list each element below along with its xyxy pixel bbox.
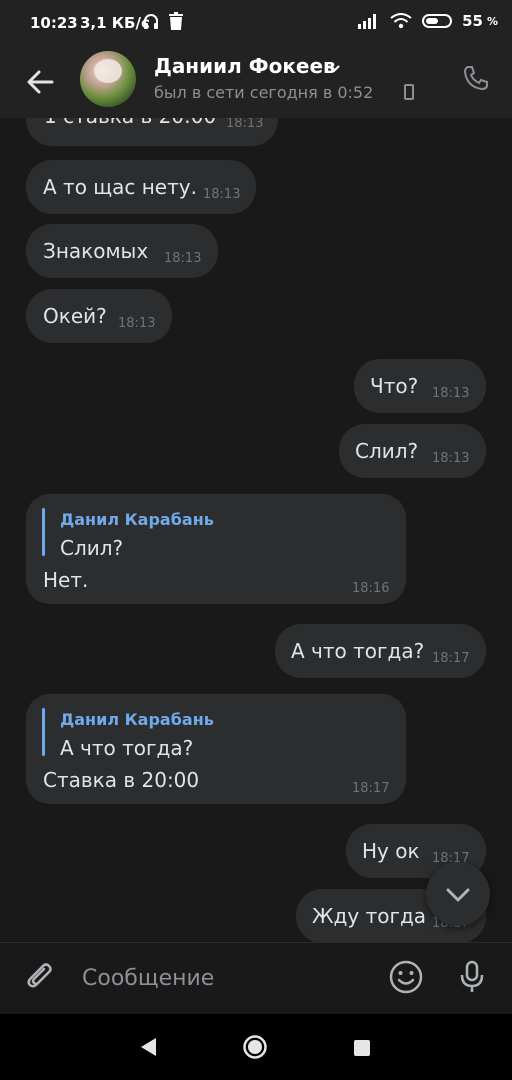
reply-author[interactable]: Данил Карабань (60, 710, 214, 729)
signal-icon (358, 14, 377, 29)
battery-icon (422, 14, 453, 28)
battery-percent-unit: % (486, 14, 498, 28)
incoming-reply-message[interactable]: Данил Карабань А что тогда? Ставка в 20:… (26, 694, 406, 804)
microphone-icon[interactable] (454, 959, 490, 995)
incoming-message[interactable]: А то щас нету. 18:13 (26, 160, 256, 214)
back-arrow-icon[interactable] (22, 64, 58, 100)
message-list[interactable]: 1 ставка в 20:00 18:13 А то щас нету. 18… (0, 118, 512, 942)
nav-back-icon[interactable] (138, 1036, 158, 1058)
outgoing-message[interactable]: Что? 18:13 (354, 359, 486, 413)
avatar[interactable] (80, 51, 136, 107)
system-navigation-bar (0, 1014, 512, 1080)
incoming-message[interactable]: 1 ставка в 20:00 18:13 (26, 118, 278, 146)
chevron-down-icon[interactable] (326, 60, 342, 76)
mobile-device-icon (404, 84, 414, 100)
outgoing-message[interactable]: Слил? 18:13 (339, 424, 486, 478)
message-text: Нет. (43, 568, 89, 592)
message-composer: Сообщение (0, 942, 512, 1015)
message-text: Жду тогда (312, 904, 427, 928)
status-time: 10:23 (30, 14, 78, 32)
emoji-icon[interactable] (388, 959, 424, 995)
message-time: 18:13 (203, 187, 241, 202)
message-time: 18:13 (164, 251, 202, 266)
message-text: А что тогда? (291, 639, 425, 663)
message-time: 18:13 (226, 118, 264, 131)
last-seen-status: был в сети сегодня в 0:52 (154, 83, 374, 102)
reply-quoted-text[interactable]: А что тогда? (60, 736, 193, 760)
message-text: А то щас нету. (43, 175, 197, 199)
contact-name[interactable]: Даниил Фокеев (154, 54, 336, 78)
message-time: 18:17 (352, 781, 390, 796)
incoming-reply-message[interactable]: Данил Карабань Слил? Нет. 18:16 (26, 494, 406, 604)
message-input[interactable]: Сообщение (82, 966, 214, 991)
message-text: Окей? (43, 304, 107, 328)
message-text: Что? (370, 374, 419, 398)
message-time: 18:17 (432, 651, 470, 666)
outgoing-message[interactable]: А что тогда? 18:17 (275, 624, 486, 678)
battery-percent: 55 (462, 12, 483, 30)
nav-home-icon[interactable] (242, 1034, 268, 1060)
message-text: Ставка в 20:00 (43, 768, 200, 792)
trash-icon (169, 12, 183, 30)
headphones-icon (144, 14, 158, 29)
wifi-icon (390, 13, 412, 29)
phone-call-icon[interactable] (462, 64, 490, 92)
message-time: 18:16 (352, 581, 390, 596)
scroll-to-bottom-button[interactable] (426, 862, 490, 926)
reply-author[interactable]: Данил Карабань (60, 510, 214, 529)
message-text: Слил? (355, 439, 419, 463)
chevron-down-icon (446, 888, 470, 902)
message-text: 1 ставка в 20:00 (44, 118, 216, 128)
incoming-message[interactable]: Окей? 18:13 (26, 289, 172, 343)
reply-quote-bar (42, 508, 45, 556)
message-text: Знакомых (43, 239, 149, 263)
status-bar: 10:23 3,1 КБ/с 55% (0, 0, 512, 48)
chat-header: Даниил Фокеев был в сети сегодня в 0:52 (0, 48, 512, 118)
reply-quote-bar (42, 708, 45, 756)
status-network-speed: 3,1 КБ/с (80, 14, 150, 32)
message-text: Ну ок (362, 839, 420, 863)
nav-recents-icon[interactable] (354, 1040, 370, 1056)
reply-quoted-text[interactable]: Слил? (60, 536, 123, 560)
message-time: 18:13 (118, 316, 156, 331)
message-time: 18:13 (432, 386, 470, 401)
incoming-message[interactable]: Знакомых 18:13 (26, 224, 218, 278)
paperclip-icon[interactable] (22, 959, 58, 995)
message-time: 18:13 (432, 451, 470, 466)
